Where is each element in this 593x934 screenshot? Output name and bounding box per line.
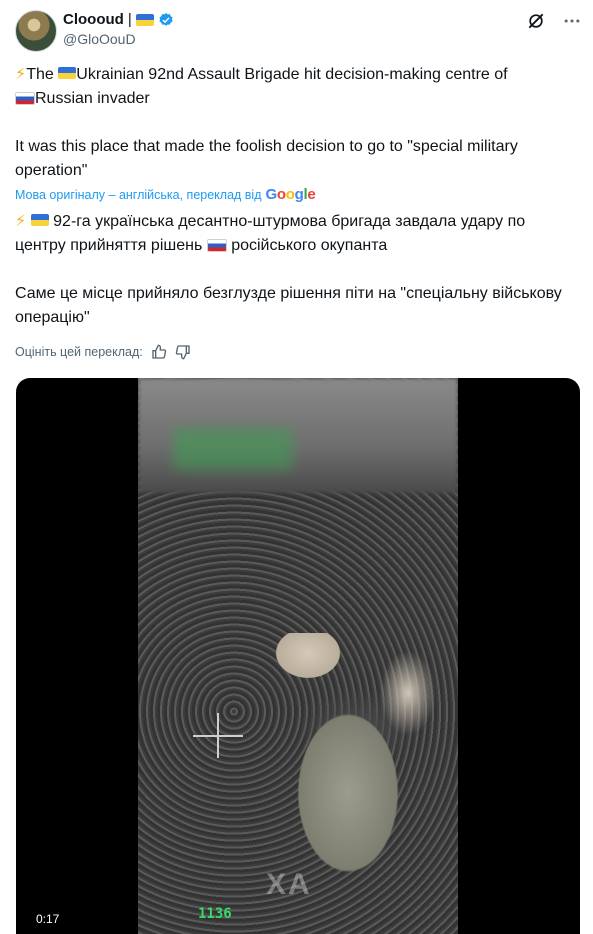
russia-flag-icon xyxy=(15,92,35,105)
google-logo: Google xyxy=(265,186,316,203)
translated-line-1: ⚡ 92-га українська десантно-штурмова бри… xyxy=(15,210,580,258)
lightning-icon: ⚡ xyxy=(15,66,27,83)
translation-note-text[interactable]: Мова оригіналу – англійська, переклад ві… xyxy=(15,188,262,202)
tweet-actions xyxy=(525,10,583,32)
translation-note[interactable]: Мова оригіналу – англійська, переклад ві… xyxy=(15,186,316,203)
tweet-text-part: Russian invader xyxy=(35,90,150,107)
translated-line-2: Саме це місце прийняло безглузде рішення… xyxy=(15,285,562,326)
video-player[interactable]: XA 1136 0:17 xyxy=(16,378,580,934)
tweet-text-translated: ⚡ 92-га українська десантно-штурмова бри… xyxy=(15,210,580,330)
tweet-header: Cloooud | @GloOouD xyxy=(15,8,585,52)
thumbs-up-icon[interactable] xyxy=(151,344,167,360)
translated-text-part: російського окупанта xyxy=(231,237,388,254)
ukraine-flag-icon xyxy=(58,67,77,79)
video-frame: XA 1136 xyxy=(138,378,458,934)
tweet-line-2: It was this place that made the foolish … xyxy=(15,138,518,179)
video-timestamp: 0:17 xyxy=(36,912,60,926)
lightning-icon: ⚡ xyxy=(15,213,27,230)
author-name-row[interactable]: Cloooud | xyxy=(63,11,174,28)
tweet-text-part: Ukrainian 92nd Assault Brigade hit decis… xyxy=(76,66,508,83)
thumbs-down-icon[interactable] xyxy=(175,344,191,360)
rate-label: Оцініть цей переклад: xyxy=(15,345,143,359)
verified-badge-icon xyxy=(159,12,173,26)
rate-translation: Оцініть цей переклад: xyxy=(15,344,191,360)
video-counter: 1136 xyxy=(198,906,232,922)
crosshair-icon xyxy=(193,713,243,758)
more-icon[interactable] xyxy=(561,10,583,32)
author-handle[interactable]: @GloOouD xyxy=(63,31,136,47)
tweet-line-1: ⚡The Ukrainian 92nd Assault Brigade hit … xyxy=(15,63,580,111)
grok-icon[interactable] xyxy=(525,10,547,32)
tweet-text-part: The xyxy=(26,66,54,83)
author-name[interactable]: Cloooud xyxy=(63,11,124,28)
name-separator: | xyxy=(127,11,132,28)
blurred-overlay-text xyxy=(173,428,293,470)
tweet-text-original: ⚡The Ukrainian 92nd Assault Brigade hit … xyxy=(15,63,580,183)
ukraine-flag-icon xyxy=(30,214,49,226)
ukraine-flag-icon xyxy=(135,13,154,26)
video-watermark: XA xyxy=(266,868,312,901)
avatar[interactable] xyxy=(15,10,57,52)
russia-flag-icon xyxy=(206,239,227,252)
